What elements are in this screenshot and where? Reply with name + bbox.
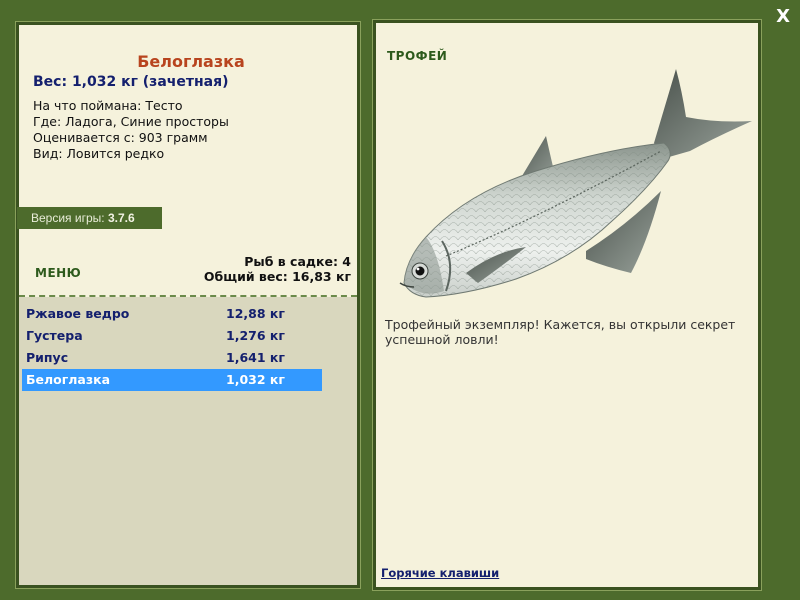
keep-summary: Рыб в садке: 4 Общий вес: 16,83 кг xyxy=(204,254,351,284)
catch-row[interactable]: Ржавое ведро 12,88 кг xyxy=(22,303,322,325)
version-value: 3.7.6 xyxy=(107,211,135,225)
fish-image xyxy=(399,69,752,298)
close-button[interactable]: X xyxy=(776,6,790,27)
catch-row[interactable]: Рипус 1,641 кг xyxy=(22,347,322,369)
catch-weight: 12,88 кг xyxy=(226,306,285,321)
catch-name: Рипус xyxy=(26,350,69,365)
catch-weight: 1,276 кг xyxy=(226,328,285,343)
catch-row[interactable]: Густера 1,276 кг xyxy=(22,325,322,347)
fish-title: Белоглазка xyxy=(137,52,245,71)
catch-name: Густера xyxy=(26,328,83,343)
trophy-description: Трофейный экземпляр! Кажется, вы открыли… xyxy=(385,317,736,347)
catch-weight: 1,641 кг xyxy=(226,350,285,365)
version-bar: Версия игры: 3.7.6 xyxy=(17,207,162,229)
hotkeys-link[interactable]: Горячие клавиши xyxy=(381,566,499,580)
fish-weight: Вес: 1,032 кг (зачетная) xyxy=(33,74,229,90)
catch-weight: 1,032 кг xyxy=(226,372,285,387)
catch-list: Ржавое ведро 12,88 кг Густера 1,276 кг Р… xyxy=(19,297,357,585)
version-label: Версия игры: xyxy=(31,211,105,225)
detail-location: Где: Ладога, Синие просторы xyxy=(33,114,229,129)
detail-bait: На что поймана: Тесто xyxy=(33,98,183,113)
catch-name: Ржавое ведро xyxy=(26,306,130,321)
fish-info-panel: Белоглазка Вес: 1,032 кг (зачетная) На ч… xyxy=(15,21,361,589)
catch-name: Белоглазка xyxy=(26,372,111,387)
trophy-panel: ТРОФЕЙ Трофейный экземпляр! Кажется, вы … xyxy=(372,19,762,591)
detail-threshold: Оценивается с: 903 грамм xyxy=(33,130,208,145)
catch-row-selected[interactable]: Белоглазка 1,032 кг xyxy=(22,369,322,391)
detail-rarity: Вид: Ловится редко xyxy=(33,146,165,161)
menu-button[interactable]: МЕНЮ xyxy=(35,266,81,280)
keep-count: Рыб в садке: 4 xyxy=(244,254,351,269)
fish-details: На что поймана: Тесто Где: Ладога, Синие… xyxy=(33,98,229,162)
keep-total-weight: Общий вес: 16,83 кг xyxy=(203,269,351,284)
